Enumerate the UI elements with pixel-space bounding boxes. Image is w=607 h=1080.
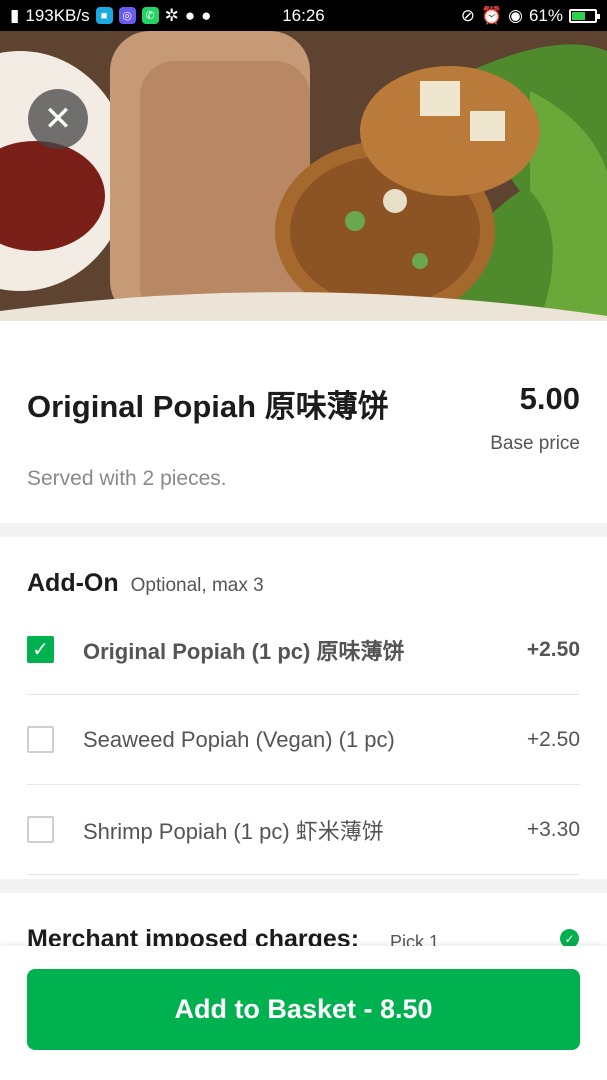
merchant-charges-section: Merchant imposed charges: Pick 1 ✓ [0,893,607,953]
item-description: Served with 2 pieces. [27,467,227,490]
addon-option-price: +2.50 [526,727,580,751]
addon-title: Add-On [27,569,119,597]
status-bar: ▮ 193KB/s ■ ◎ ✆ ✲ ● ● 16:26 ⊘ ⏰ ◉ 61% [0,0,607,31]
add-to-basket-button[interactable]: Add to Basket - 8.50 [27,969,580,1050]
checkbox-unchecked[interactable] [27,816,54,843]
close-icon: ✕ [43,100,73,138]
status-right: ⊘ ⏰ ◉ 61% [460,5,600,26]
footer-bar: Add to Basket - 8.50 [0,946,607,1080]
addon-option-price: +2.50 [526,637,580,661]
checkbox-checked[interactable]: ✓ [27,636,54,663]
addon-option-shrimp[interactable]: Shrimp Popiah (1 pc) 虾米薄饼 +3.30 [27,785,580,875]
section-divider [0,523,607,537]
addon-option-label: Shrimp Popiah (1 pc) 虾米薄饼 [83,818,384,844]
addon-header: Add-On Optional, max 3 [27,569,264,598]
chat-icon: ● [201,5,212,25]
slack-icon: ✲ [164,5,179,25]
mute-icon: ⊘ [460,5,475,25]
item-details: Original Popiah 原味薄饼 5.00 Base price Ser… [0,321,607,523]
addon-subtitle: Optional, max 3 [130,575,264,596]
hero-food-image: ✕ [0,31,607,321]
battery-percent: 61% [528,5,563,25]
addon-option-label: Original Popiah (1 pc) 原味薄饼 [83,638,405,664]
addon-option-original[interactable]: ✓ Original Popiah (1 pc) 原味薄饼 +2.50 [27,605,580,695]
alarm-icon: ⏰ [480,5,503,25]
battery-icon [569,8,600,23]
item-title: Original Popiah 原味薄饼 [27,389,389,424]
eye-icon: ◉ [508,5,523,25]
section-divider [0,879,607,893]
close-button[interactable]: ✕ [28,89,88,149]
popiah-illustration [0,31,607,321]
status-left: ▮ 193KB/s ■ ◎ ✆ ✲ ● ● [10,6,211,26]
clock: 16:26 [282,5,325,25]
base-price-label: Base price [490,433,580,454]
item-price: 5.00 [519,381,580,416]
signal-icon: ▮ [10,5,20,25]
app-notification-icon: ◎ [118,7,136,24]
network-speed: 193KB/s [25,5,90,25]
addon-section: Add-On Optional, max 3 ✓ Original Popiah… [0,537,607,879]
addon-option-price: +3.30 [526,817,580,841]
whatsapp-icon: ✆ [141,7,159,24]
check-icon: ✓ [32,639,49,661]
addon-option-seaweed[interactable]: Seaweed Popiah (Vegan) (1 pc) +2.50 [27,695,580,785]
addon-option-label: Seaweed Popiah (Vegan) (1 pc) [83,726,395,752]
checkbox-unchecked[interactable] [27,726,54,753]
app-notification-icon: ■ [95,7,113,24]
wechat-icon: ● [184,5,196,25]
